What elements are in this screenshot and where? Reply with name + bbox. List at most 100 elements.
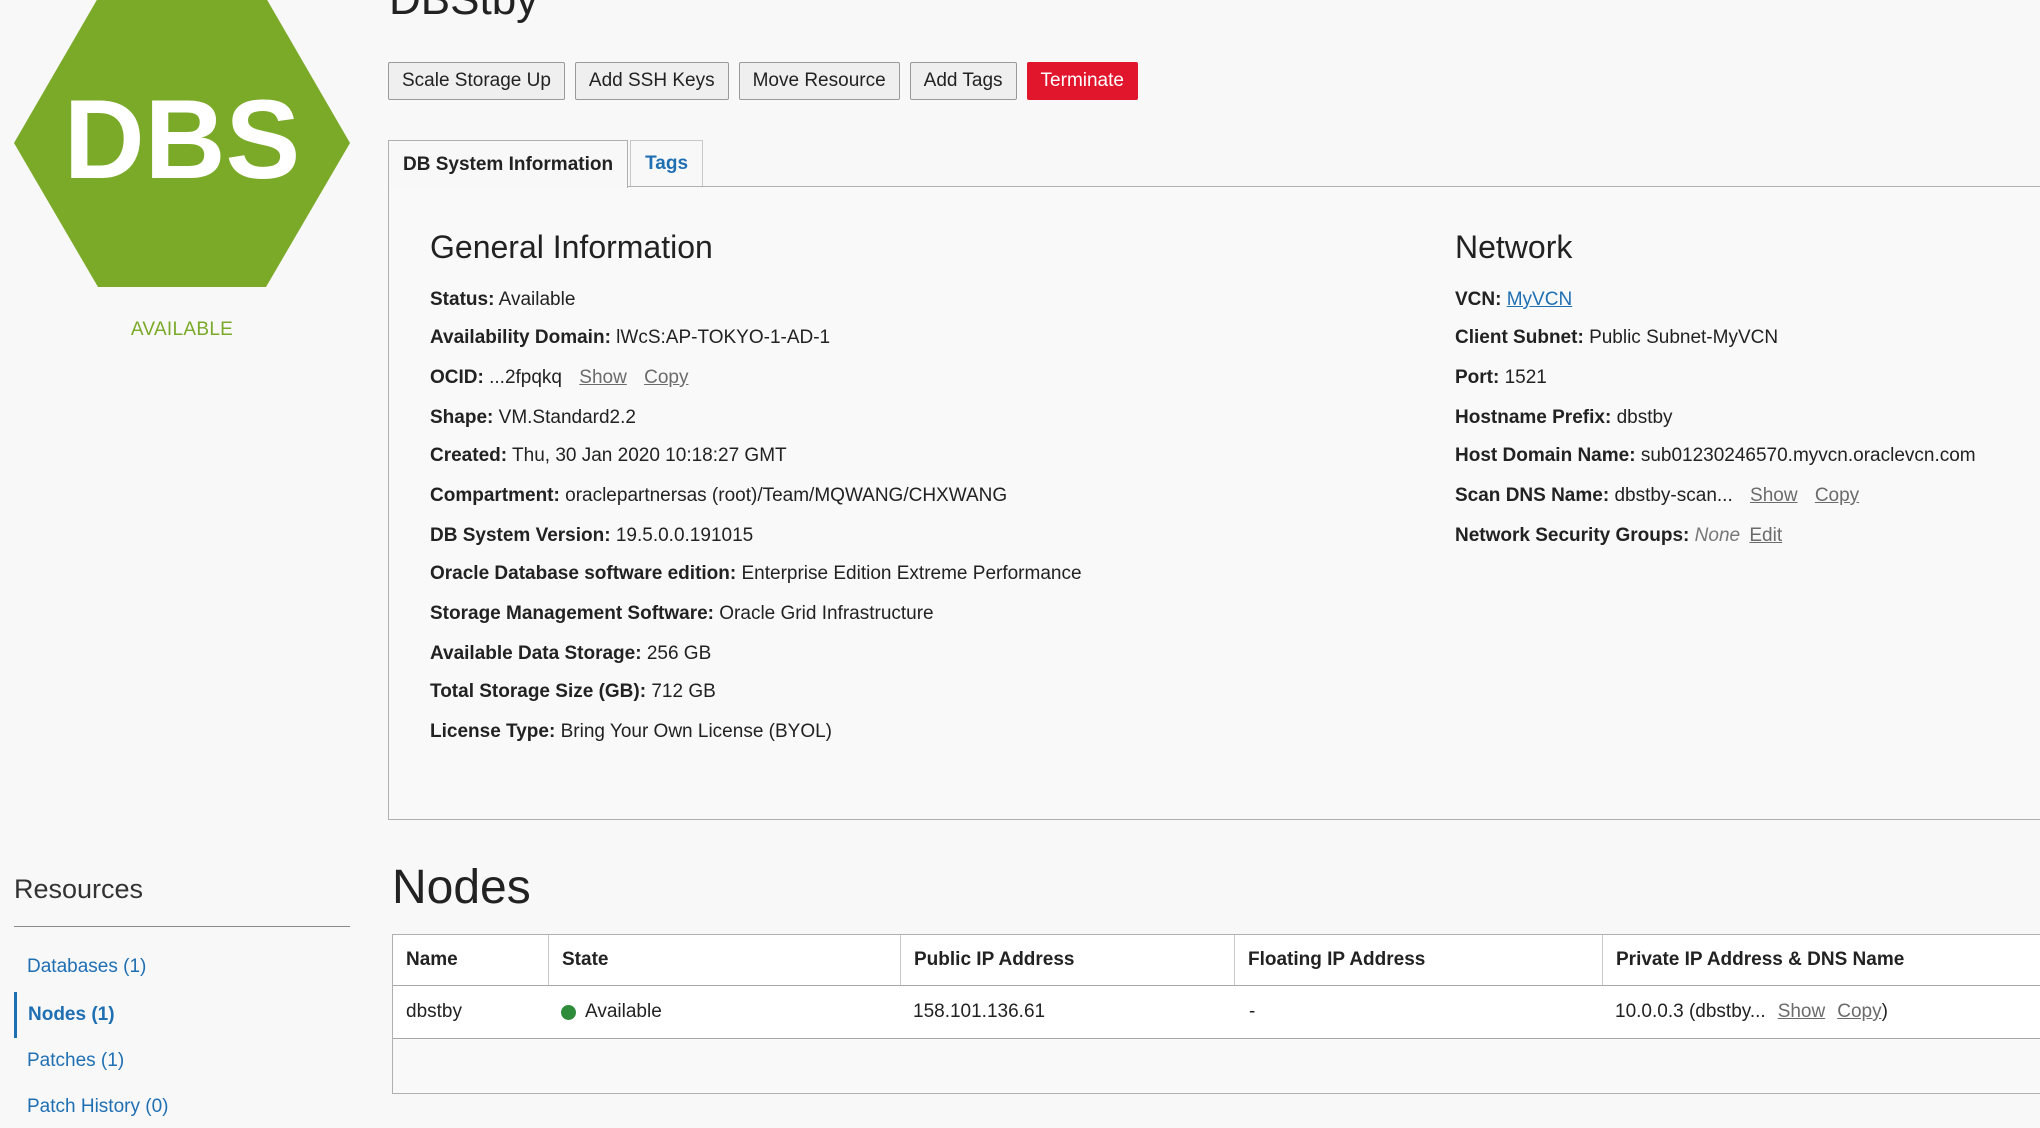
resources-divider <box>14 926 350 927</box>
column-header-floating-ip[interactable]: Floating IP Address <box>1234 935 1602 985</box>
move-resource-button[interactable]: Move Resource <box>738 62 900 100</box>
nsg-edit-link[interactable]: Edit <box>1749 525 1782 546</box>
private-ip-close-paren: ) <box>1881 1001 1888 1022</box>
logo-text: DBS <box>64 77 300 202</box>
page: DBS AVAILABLE DBStby Scale Storage Up Ad… <box>0 0 2040 1128</box>
resources-title: Resources <box>14 874 144 904</box>
tab-db-system-information[interactable]: DB System Information <box>388 140 629 188</box>
terminate-button[interactable]: Terminate <box>1026 62 1138 100</box>
info-row-hostname-prefix: Hostname Prefix: dbstby <box>1455 406 1673 430</box>
info-label: Network Security Groups: <box>1455 525 1690 546</box>
nodes-table: Name State Public IP Address Floating IP… <box>392 934 2040 1094</box>
column-header-public-ip[interactable]: Public IP Address <box>900 935 1234 985</box>
info-row-availability-domain: Availability Domain: lWcS:AP-TOKYO-1-AD-… <box>430 326 830 350</box>
add-ssh-keys-button[interactable]: Add SSH Keys <box>574 62 729 100</box>
info-label: Available Data Storage: <box>430 643 642 664</box>
ocid-show-link[interactable]: Show <box>579 367 627 388</box>
info-label: OCID: <box>430 367 484 388</box>
tab-bar: DB System Information Tags <box>388 140 705 188</box>
info-value: 1521 <box>1504 367 1547 388</box>
scan-dns-show-link[interactable]: Show <box>1750 485 1798 506</box>
add-tags-button[interactable]: Add Tags <box>909 62 1017 100</box>
info-row-available-data-storage: Available Data Storage: 256 GB <box>430 642 711 666</box>
info-row-client-subnet: Client Subnet: Public Subnet-MyVCN <box>1455 326 1778 350</box>
node-state: Available <box>548 986 662 1038</box>
node-private-ip-value: 10.0.0.3 (dbstby... <box>1615 1001 1766 1022</box>
column-header-private-ip[interactable]: Private IP Address & DNS Name <box>1602 935 2040 985</box>
node-public-ip: 158.101.136.61 <box>913 1001 1046 1022</box>
info-value: Thu, 30 Jan 2020 10:18:27 GMT <box>512 445 787 466</box>
info-row-ocid: OCID: ...2fpqkq Show Copy <box>430 366 688 390</box>
private-ip-copy-link[interactable]: Copy <box>1837 1001 1881 1023</box>
info-label: Availability Domain: <box>430 327 611 348</box>
info-label: Shape: <box>430 407 494 428</box>
info-value: dbstby <box>1616 407 1673 428</box>
node-floating-ip: - <box>1249 1001 1256 1022</box>
info-value: 256 GB <box>646 643 712 664</box>
info-value: Public Subnet-MyVCN <box>1589 327 1779 348</box>
info-label: Compartment: <box>430 485 560 506</box>
info-row-vcn: VCN: MyVCN <box>1455 288 1572 312</box>
info-row-scan-dns-name: Scan DNS Name: dbstby-scan... Show Copy <box>1455 484 1859 508</box>
page-title: DBStby <box>389 0 538 22</box>
info-label: Scan DNS Name: <box>1455 485 1610 506</box>
scale-storage-up-button[interactable]: Scale Storage Up <box>388 62 565 100</box>
info-row-license-type: License Type: Bring Your Own License (BY… <box>430 720 832 744</box>
resources-item-patch-history[interactable]: Patch History (0) <box>14 1084 168 1128</box>
info-value: Oracle Grid Infrastructure <box>719 603 934 624</box>
nodes-title: Nodes <box>392 861 531 914</box>
info-value: None <box>1694 525 1741 546</box>
node-state-label: Available <box>585 1001 662 1022</box>
info-value: sub01230246570.myvcn.oraclevcn.com <box>1640 445 1976 466</box>
private-ip-show-link[interactable]: Show <box>1778 1001 1826 1023</box>
logo-status: AVAILABLE <box>130 319 234 340</box>
node-name: dbstby <box>406 1001 462 1022</box>
ocid-copy-link[interactable]: Copy <box>644 367 688 388</box>
info-row-storage-management: Storage Management Software: Oracle Grid… <box>430 602 934 626</box>
column-header-state[interactable]: State <box>548 935 900 985</box>
info-label: Hostname Prefix: <box>1455 407 1612 428</box>
table-row: dbstby Available 158.101.136.61 - 10.0.0… <box>393 986 2040 1039</box>
info-row-created: Created: Thu, 30 Jan 2020 10:18:27 GMT <box>430 444 787 468</box>
info-label: Client Subnet: <box>1455 327 1584 348</box>
info-value: VM.Standard2.2 <box>498 407 636 428</box>
info-label: Created: <box>430 445 508 466</box>
info-label: Storage Management Software: <box>430 603 714 624</box>
info-row-port: Port: 1521 <box>1455 366 1547 390</box>
resources-item-databases[interactable]: Databases (1) <box>14 944 146 990</box>
action-bar: Scale Storage Up Add SSH Keys Move Resou… <box>388 62 1138 100</box>
info-row-network-security-groups: Network Security Groups: None Edit <box>1455 524 1782 548</box>
info-value: Enterprise Edition Extreme Performance <box>741 563 1082 584</box>
scan-dns-copy-link[interactable]: Copy <box>1815 485 1859 506</box>
status-dot-icon <box>561 1004 576 1020</box>
info-label: License Type: <box>430 721 556 742</box>
info-label: DB System Version: <box>430 525 611 546</box>
info-value: oraclepartnersas (root)/Team/MQWANG/CHXW… <box>565 485 1008 506</box>
vcn-link[interactable]: MyVCN <box>1507 289 1572 310</box>
info-label: VCN: <box>1455 289 1502 310</box>
node-private-ip: 10.0.0.3 (dbstby... Show Copy) <box>1602 986 1888 1038</box>
table-header: Name State Public IP Address Floating IP… <box>393 935 2040 986</box>
info-row-db-system-version: DB System Version: 19.5.0.0.191015 <box>430 524 753 548</box>
db-system-info-panel: General Information Status: Available Av… <box>388 186 2040 820</box>
info-value: ...2fpqkq <box>489 367 562 388</box>
info-label: Host Domain Name: <box>1455 445 1636 466</box>
tab-tags[interactable]: Tags <box>630 140 704 187</box>
info-value: Available <box>498 289 576 310</box>
info-row-status: Status: Available <box>430 288 575 312</box>
info-row-host-domain-name: Host Domain Name: sub01230246570.myvcn.o… <box>1455 444 1976 468</box>
info-label: Port: <box>1455 367 1500 388</box>
info-row-total-storage: Total Storage Size (GB): 712 GB <box>430 680 716 704</box>
info-value: 19.5.0.0.191015 <box>615 525 754 546</box>
resources-item-nodes[interactable]: Nodes (1) <box>14 992 115 1038</box>
resources-item-patches[interactable]: Patches (1) <box>14 1038 124 1084</box>
info-label: Status: <box>430 289 495 310</box>
column-header-name[interactable]: Name <box>393 935 548 985</box>
network-title: Network <box>1455 229 1573 265</box>
info-label: Total Storage Size (GB): <box>430 681 647 702</box>
info-value: dbstby-scan... <box>1614 485 1733 506</box>
info-value: 712 GB <box>651 681 716 702</box>
dbs-logo: DBS <box>14 0 350 287</box>
info-label: Oracle Database software edition: <box>430 563 737 584</box>
info-value: Bring Your Own License (BYOL) <box>560 721 833 742</box>
